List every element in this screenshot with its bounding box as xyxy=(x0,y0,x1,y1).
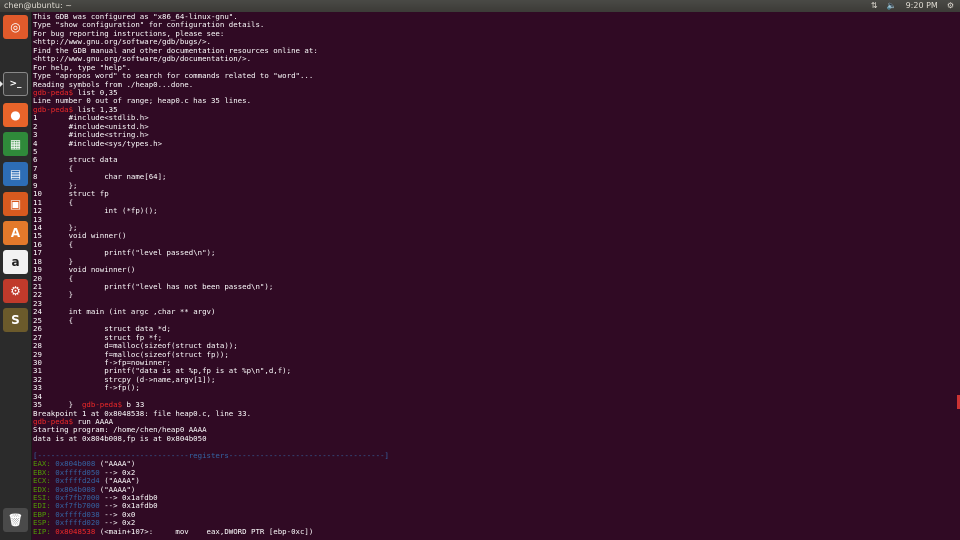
register-value: 0x8048538 xyxy=(55,526,96,536)
libreoffice-calc-icon[interactable]: ▦ xyxy=(3,132,28,156)
terminal-line: 21 printf("level has not been passed\n")… xyxy=(33,282,389,291)
terminal-line: 12 int (*fp)(); xyxy=(33,206,389,216)
terminal-line: data is at 0x804b008,fp is at 0x804b050 xyxy=(33,433,389,443)
line-text: data is at 0x804b008,fp is at 0x804b050 xyxy=(33,433,207,443)
volume-icon[interactable]: 🔈 xyxy=(887,0,897,12)
trash-icon[interactable]: 🗑 xyxy=(3,508,28,532)
line-text: 4 #include<sys/types.h> xyxy=(33,138,163,148)
network-icon[interactable]: ⇅ xyxy=(871,0,878,12)
terminal-line: 6 struct data xyxy=(33,156,389,164)
line-text: 12 int (*fp)(); xyxy=(33,206,158,216)
terminal-line: 8 char name[64]; xyxy=(33,173,389,181)
terminal-line: 13 xyxy=(33,215,389,224)
terminal-window[interactable]: This GDB was configured as "x86_64-linux… xyxy=(33,12,960,540)
terminal-line: 15 void winner() xyxy=(33,232,389,240)
system-tray: ⇅ 🔈 9:20 PM ⚙ xyxy=(871,0,954,12)
terminal-line: 4 #include<sys/types.h> xyxy=(33,138,389,148)
clock[interactable]: 9:20 PM xyxy=(906,0,938,12)
active-indicator xyxy=(0,81,3,87)
terminal-line: 10 struct fp xyxy=(33,189,389,198)
sublime-text-icon[interactable]: S xyxy=(3,308,28,332)
line-text: (<main+107>: mov eax,DWORD PTR [ebp-0xc]… xyxy=(95,526,314,536)
dash-icon[interactable]: ◎ xyxy=(3,15,28,39)
terminal-line: 33 f->fp(); xyxy=(33,384,389,392)
terminal-line: 17 printf("level passed\n"); xyxy=(33,249,389,257)
libreoffice-impress-icon[interactable]: ▣ xyxy=(3,192,28,216)
terminal-line: 19 void nowinner() xyxy=(33,265,389,274)
libreoffice-writer-icon[interactable]: ▤ xyxy=(3,162,28,186)
settings-icon[interactable]: ⚙ xyxy=(947,0,954,12)
register-name: EIP: xyxy=(33,526,56,536)
terminal-line: 24 int main (int argc ,char ** argv) xyxy=(33,308,389,316)
software-center-icon[interactable]: A xyxy=(3,221,28,245)
terminal-icon[interactable]: >_ xyxy=(3,72,28,96)
window-title: chen@ubuntu: ~ xyxy=(4,1,72,10)
launcher: ◎ >_ ● ▦ ▤ ▣ Aa ⚙ S 🗑 xyxy=(0,12,32,540)
top-panel: chen@ubuntu: ~ ⇅ 🔈 9:20 PM ⚙ xyxy=(0,0,960,12)
terminal-output: This GDB was configured as "x86_64-linux… xyxy=(33,12,389,536)
system-settings-icon[interactable]: ⚙ xyxy=(3,279,28,303)
terminal-line: 22 } xyxy=(33,291,389,299)
firefox-icon[interactable]: ● xyxy=(3,103,28,127)
line-text: 33 f->fp(); xyxy=(33,383,140,393)
amazon-icon[interactable]: a xyxy=(3,250,28,274)
terminal-line: EIP: 0x8048538 (<main+107>: mov eax,DWOR… xyxy=(33,526,389,536)
